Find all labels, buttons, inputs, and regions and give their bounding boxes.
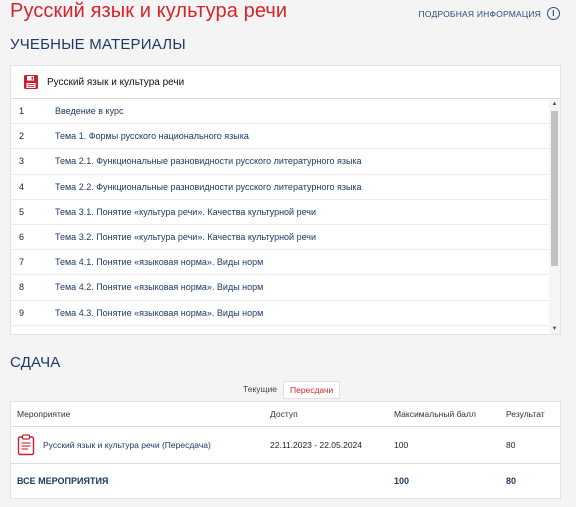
lesson-title-link[interactable]: Тема 2.1. Функциональные разновидности р… xyxy=(55,156,362,166)
lesson-title-link[interactable]: Тема 4.3. Понятие «языковая норма». Виды… xyxy=(55,308,263,318)
list-item[interactable]: 8 Тема 4.2. Понятие «языковая норма». Вид… xyxy=(11,275,560,301)
info-link-label: ПОДРОБНАЯ ИНФОРМАЦИЯ xyxy=(418,8,541,19)
submission-section-title: СДАЧА xyxy=(10,354,61,371)
totals-row: ВСЕ МЕРОПРИЯТИЯ 100 80 xyxy=(11,464,560,498)
list-item[interactable]: 7 Тема 4.1. Понятие «языковая норма». Вид… xyxy=(11,250,560,276)
list-item[interactable]: 6 Тема 3.2. Понятие «культура речи». Каче… xyxy=(11,225,560,251)
col-max-score: Максимальный балл xyxy=(394,409,476,419)
materials-section-title: УЧЕБНЫЕ МАТЕРИАЛЫ xyxy=(10,36,186,53)
tab-resubmissions[interactable]: Пересдачи xyxy=(282,381,341,399)
lesson-number: 3 xyxy=(19,156,25,167)
max-score: 100 xyxy=(394,440,409,450)
totals-max-score: 100 xyxy=(394,476,410,486)
lesson-number: 10 xyxy=(11,333,55,334)
clipboard-document-icon xyxy=(17,434,35,456)
lesson-number: 6 xyxy=(19,232,25,243)
result-value: 80 xyxy=(506,440,516,450)
info-link[interactable]: ПОДРОБНАЯ ИНФОРМАЦИЯ i xyxy=(419,7,560,20)
lesson-number: 9 xyxy=(19,307,25,318)
col-result: Результат xyxy=(506,409,545,419)
scroll-thumb[interactable] xyxy=(551,111,558,266)
lesson-number: 8 xyxy=(19,282,25,293)
scrollbar[interactable]: ▲ ▼ xyxy=(549,99,560,334)
lesson-title-link[interactable]: Тема 4.4. Понятие «языковая норма». Виды… xyxy=(55,333,263,334)
scroll-up-arrow-icon[interactable]: ▲ xyxy=(549,99,560,109)
scroll-down-arrow-icon[interactable]: ▼ xyxy=(549,324,560,334)
results-table: Мероприятие Доступ Максимальный балл Рез… xyxy=(10,401,561,499)
lesson-title-link[interactable]: Тема 2.2. Функциональные разновидности р… xyxy=(55,182,362,192)
page-title: Русский язык и культура речи xyxy=(10,0,288,22)
lesson-title-link[interactable]: Тема 3.2. Понятие «культура речи». Качес… xyxy=(55,232,316,242)
list-item[interactable]: 10Тема 4.4. Понятие «языковая норма». Ви… xyxy=(11,326,560,334)
list-item[interactable]: 1 Введение в курс xyxy=(11,99,560,125)
lesson-number: 2 xyxy=(19,131,25,142)
lesson-number: 4 xyxy=(19,181,25,192)
col-event: Мероприятие xyxy=(17,409,71,419)
totals-label: ВСЕ МЕРОПРИЯТИЯ xyxy=(17,476,109,486)
lesson-title-link[interactable]: Тема 4.1. Понятие «языковая норма». Виды… xyxy=(55,257,263,267)
tab-current[interactable]: Текущие xyxy=(237,381,283,399)
lesson-number: 1 xyxy=(19,106,25,117)
access-dates: 22.11.2023 - 22.05.2024 xyxy=(270,440,363,450)
lesson-title-link[interactable]: Тема 3.1. Понятие «культура речи». Качес… xyxy=(55,207,316,217)
list-item[interactable]: 2 Тема 1. Формы русского национального яз… xyxy=(11,124,560,150)
materials-box: Русский язык и культура речи 1 Введение в… xyxy=(10,65,561,335)
list-item[interactable]: 4 Тема 2.2. Функциональные разновидности … xyxy=(11,175,560,200)
table-row[interactable]: Русский язык и культура речи (Пересдача)… xyxy=(11,427,560,464)
course-header[interactable]: Русский язык и культура речи xyxy=(11,66,560,99)
list-item[interactable]: 9 Тема 4.3. Понятие «языковая норма». Вид… xyxy=(11,301,560,326)
lesson-title-link[interactable]: Введение в курс xyxy=(55,106,123,116)
submission-tabs: Текущие Пересдачи xyxy=(237,381,341,399)
event-link[interactable]: Русский язык и культура речи (Пересдача) xyxy=(43,440,211,450)
totals-result: 80 xyxy=(506,476,517,486)
info-icon: i xyxy=(547,7,560,20)
results-header: Мероприятие Доступ Максимальный балл Рез… xyxy=(11,402,560,427)
lesson-number: 7 xyxy=(19,257,25,268)
course-name: Русский язык и культура речи xyxy=(47,76,185,88)
list-item[interactable]: 5 Тема 3.1. Понятие «культура речи». Каче… xyxy=(11,200,560,225)
list-item[interactable]: 3 Тема 2.1. Функциональные разновидности … xyxy=(11,149,560,175)
col-access: Доступ xyxy=(270,409,298,419)
lessons-list: 1 Введение в курс 2 Тема 1. Формы русского … xyxy=(11,99,560,334)
floppy-disk-icon xyxy=(24,75,38,89)
lesson-title-link[interactable]: Тема 4.2. Понятие «языковая норма». Виды… xyxy=(55,282,263,292)
lesson-title-link[interactable]: Тема 1. Формы русского национального язы… xyxy=(55,131,249,141)
lesson-number: 5 xyxy=(19,206,25,217)
